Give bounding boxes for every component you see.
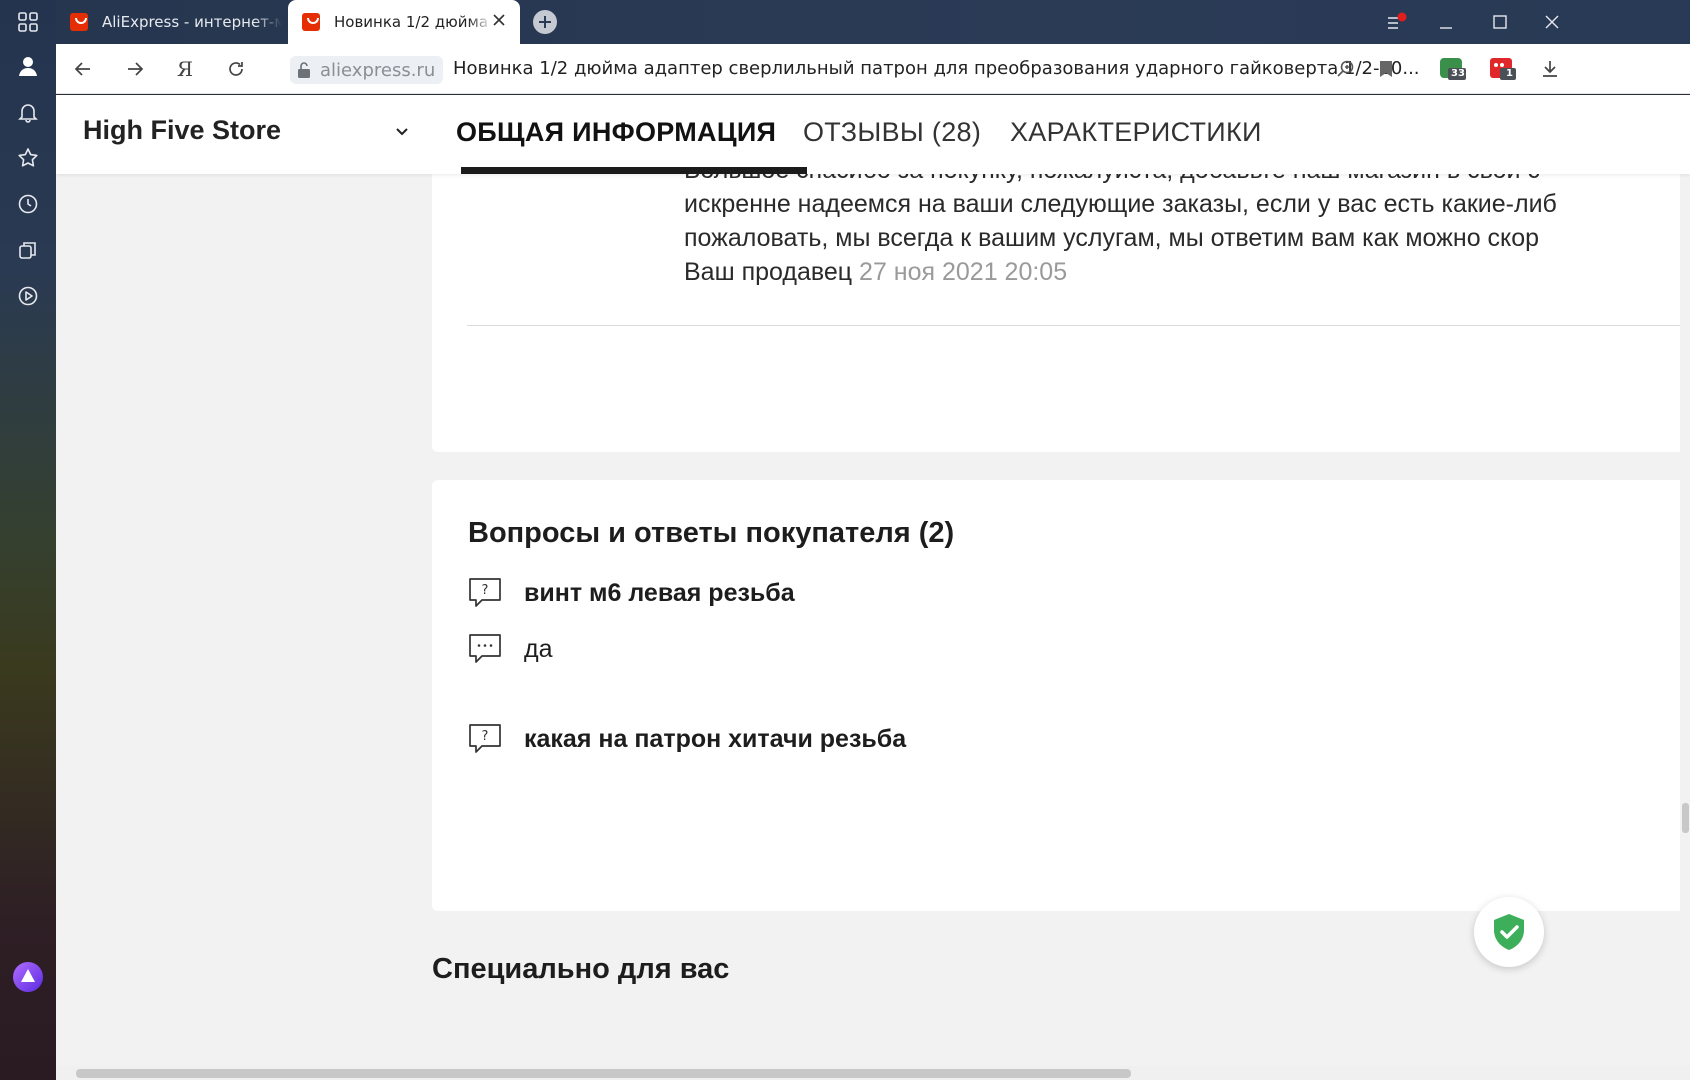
answer-bubble-icon xyxy=(468,633,502,665)
horizontal-scrollbar-thumb[interactable] xyxy=(76,1069,1131,1078)
qa-answer-text: да xyxy=(524,634,553,663)
qa-question-text: винт м6 левая резьба xyxy=(524,578,795,607)
reload-icon[interactable] xyxy=(224,57,248,81)
address-bar-title[interactable]: Новинка 1/2 дюйма адаптер сверлильный па… xyxy=(453,58,1420,79)
tab-title: AliExpress - интернет-магазин xyxy=(102,13,282,31)
browser-menu-icon[interactable] xyxy=(1386,12,1408,36)
back-arrow-icon[interactable] xyxy=(71,57,95,81)
store-header: High Five Store ОБЩАЯ ИНФОРМАЦИЯ ОТЗЫВЫ … xyxy=(56,95,1690,174)
seller-reply-signature: Ваш продавец 27 ноя 2021 20:05 xyxy=(684,258,1067,287)
qa-question-text: какая на патрон хитачи резьба xyxy=(524,724,907,753)
tab-product[interactable]: Новинка 1/2 дюйма адаптер xyxy=(288,0,520,44)
close-window-icon[interactable] xyxy=(1544,14,1560,34)
store-name[interactable]: High Five Store xyxy=(83,115,281,146)
reviews-card: Большое спасибо за покупку, пожалуйста, … xyxy=(432,135,1690,452)
video-play-icon[interactable] xyxy=(16,284,40,308)
page-content: High Five Store ОБЩАЯ ИНФОРМАЦИЯ ОТЗЫВЫ … xyxy=(56,95,1690,1080)
address-toolbar: Я aliexpress.ru Новинка 1/2 дюйма адапте… xyxy=(56,44,1690,94)
history-clock-icon[interactable] xyxy=(16,192,40,216)
reply-date: 27 ноя 2021 20:05 xyxy=(859,258,1068,286)
maximize-window-icon[interactable] xyxy=(1492,14,1508,34)
tab-specifications[interactable]: ХАРАКТЕРИСТИКИ xyxy=(1010,117,1262,148)
tab-title: Новинка 1/2 дюйма адаптер xyxy=(334,13,492,31)
profile-icon[interactable] xyxy=(16,54,40,78)
apps-grid-icon[interactable] xyxy=(16,10,40,34)
close-tab-icon[interactable] xyxy=(492,13,506,31)
minimize-window-icon[interactable] xyxy=(1438,14,1454,34)
qa-answer-row: да xyxy=(468,633,553,665)
forward-arrow-icon[interactable] xyxy=(123,57,147,81)
tab-strip: AliExpress - интернет-магазин Новинка 1/… xyxy=(56,0,1690,44)
tab-reviews[interactable]: ОТЗЫВЫ (28) xyxy=(803,117,981,148)
horizontal-scrollbar[interactable] xyxy=(56,1066,1690,1080)
browser-sidebar xyxy=(0,0,56,1080)
vertical-scrollbar[interactable] xyxy=(1680,95,1690,1080)
site-domain: aliexpress.ru xyxy=(320,59,436,81)
svg-text:?: ? xyxy=(482,729,489,744)
zoom-search-icon[interactable] xyxy=(1334,57,1358,81)
aliexpress-favicon-icon xyxy=(302,13,320,31)
extension-red-badge: 1 xyxy=(1506,68,1513,79)
lock-icon xyxy=(296,61,312,79)
extension-green-icon[interactable]: 33 xyxy=(1436,57,1470,81)
special-for-you-title: Специально для вас xyxy=(432,953,730,985)
bookmarks-star-icon[interactable] xyxy=(16,146,40,170)
protection-shield-button[interactable] xyxy=(1474,897,1544,967)
question-bubble-icon: ? xyxy=(468,577,502,609)
aliexpress-favicon-icon xyxy=(70,13,88,31)
extension-red-icon[interactable]: 1 xyxy=(1486,57,1520,81)
seller-reply-line: искренне надеемся на ваши следующие зака… xyxy=(684,190,1557,218)
extension-green-badge: 33 xyxy=(1451,68,1465,79)
collections-icon[interactable] xyxy=(16,238,40,262)
bookmark-flag-icon[interactable] xyxy=(1374,57,1398,81)
active-tab-indicator xyxy=(461,167,807,174)
new-tab-button[interactable] xyxy=(533,10,557,34)
qa-question-row: ? какая на патрон хитачи резьба xyxy=(468,723,906,755)
divider xyxy=(467,325,1690,326)
yandex-home-button[interactable]: Я xyxy=(173,57,197,81)
svg-text:?: ? xyxy=(482,583,489,598)
alice-assistant-icon[interactable] xyxy=(12,961,44,993)
question-bubble-icon: ? xyxy=(468,723,502,755)
tab-aliexpress-home[interactable]: AliExpress - интернет-магазин xyxy=(56,0,288,44)
qa-section-title: Вопросы и ответы покупателя (2) xyxy=(468,517,955,549)
tab-general-info[interactable]: ОБЩАЯ ИНФОРМАЦИЯ xyxy=(456,117,776,148)
seller-reply-line: пожаловать, мы всегда к вашим услугам, м… xyxy=(684,224,1540,252)
downloads-icon[interactable] xyxy=(1538,57,1562,81)
seller-signature: Ваш продавец xyxy=(684,258,853,286)
shield-check-icon xyxy=(1494,914,1524,950)
site-chip[interactable]: aliexpress.ru xyxy=(290,56,444,84)
notifications-bell-icon[interactable] xyxy=(16,100,40,124)
qa-question-row: ? винт м6 левая резьба xyxy=(468,577,795,609)
chevron-down-icon[interactable] xyxy=(394,123,410,142)
vertical-scrollbar-thumb[interactable] xyxy=(1682,803,1689,833)
